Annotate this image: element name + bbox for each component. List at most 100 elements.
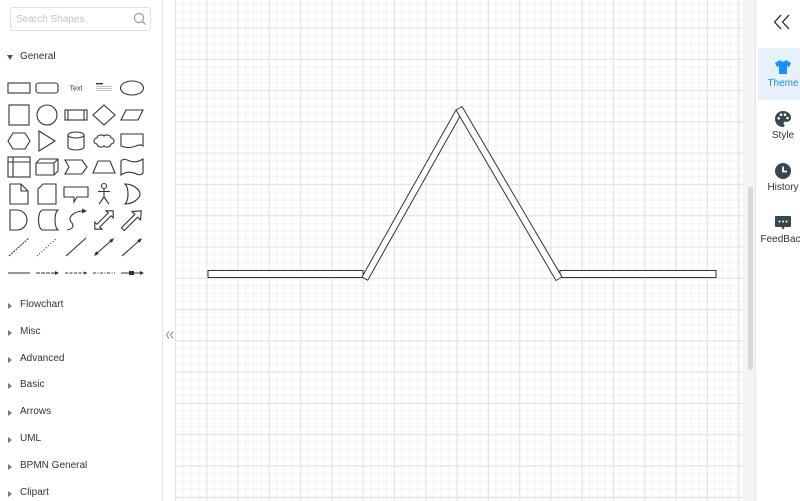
shape-item-square[interactable] <box>5 101 33 127</box>
scrollbar-thumb[interactable] <box>748 187 753 370</box>
square-shape-icon <box>8 104 30 126</box>
panel-tab-feedback[interactable]: FeedBack <box>758 204 800 256</box>
shape-item-diamond[interactable] <box>90 101 118 127</box>
shape-item-process[interactable] <box>62 101 90 127</box>
shape-item-directional-connector[interactable] <box>118 233 146 259</box>
circle-shape-icon <box>36 104 58 126</box>
shape-item-document[interactable] <box>118 128 146 154</box>
shape-item-bidirectional-connector[interactable] <box>90 233 118 259</box>
diagram-drawing <box>207 105 717 282</box>
category-label: BPMN General <box>20 459 88 471</box>
line-shape-left-horizontal[interactable] <box>207 270 364 278</box>
shape-item-hexagon[interactable] <box>5 128 33 154</box>
category-bpmn-general[interactable]: BPMN General <box>0 453 162 480</box>
search-box[interactable] <box>10 7 151 31</box>
shape-item-rounded-rectangle[interactable] <box>33 75 61 101</box>
thick-line-shape-icon <box>8 272 31 274</box>
bidirectional-connector-shape-icon <box>94 237 115 256</box>
shape-item-note[interactable] <box>5 181 33 207</box>
section-title: General <box>20 51 56 62</box>
category-list: Flowchart Misc Advanced Basic Arrows UML… <box>0 292 162 501</box>
palette-icon <box>775 111 791 127</box>
dashed-arrow-shape-icon <box>64 271 88 275</box>
shape-item-triangle[interactable] <box>33 128 61 154</box>
collapse-sidebar-button[interactable] <box>165 327 174 339</box>
shape-item-actor[interactable] <box>90 181 118 207</box>
tape-shape-icon <box>120 158 144 177</box>
shape-item-internal-storage[interactable] <box>5 154 33 180</box>
card-shape-icon <box>37 183 57 205</box>
rounded-rectangle-shape-icon <box>35 82 59 94</box>
shape-sidebar: General Text Flowchart Misc Advanced Bas… <box>0 0 163 501</box>
category-flowchart[interactable]: Flowchart <box>0 292 162 319</box>
shape-item-callout[interactable] <box>62 181 90 207</box>
shape-item-trapezoid[interactable] <box>90 154 118 180</box>
line-shape-right-diagonal[interactable] <box>455 105 563 282</box>
shape-item-heading-textbox[interactable] <box>90 75 118 101</box>
clock-icon <box>775 163 791 179</box>
feedback-icon <box>775 216 791 230</box>
shape-item-dashed-arrow[interactable] <box>62 260 90 286</box>
line-shape-icon <box>65 237 87 256</box>
shape-item-stored-data[interactable] <box>33 207 61 233</box>
shape-item-ellipse[interactable] <box>118 75 146 101</box>
search-icon[interactable] <box>133 12 147 26</box>
triangle-shape-icon <box>38 129 57 152</box>
process-shape-icon <box>64 109 88 121</box>
sidebar-splitter[interactable] <box>163 0 176 501</box>
line-shape-left-diagonal[interactable] <box>361 109 463 281</box>
shape-item-delay[interactable] <box>5 207 33 233</box>
double-chevron-left-icon <box>773 14 790 30</box>
shape-item-tape[interactable] <box>118 154 146 180</box>
delay-shape-icon <box>9 209 28 231</box>
shape-item-dash-dot-link[interactable] <box>90 260 118 286</box>
collapse-right-panel-button[interactable] <box>773 14 791 30</box>
shape-item-parallelogram[interactable] <box>118 101 146 127</box>
panel-tab-history[interactable]: History <box>758 152 800 204</box>
category-clipart[interactable]: Clipart <box>0 480 162 501</box>
diamond-shape-icon <box>92 103 116 126</box>
category-basic[interactable]: Basic <box>0 372 162 399</box>
category-misc[interactable]: Misc <box>0 319 162 346</box>
double-chevron-left-icon <box>165 331 174 339</box>
shape-item-cloud[interactable] <box>90 128 118 154</box>
shape-item-bidirectional-arrow[interactable] <box>90 207 118 233</box>
shape-item-link-arrow[interactable] <box>33 260 61 286</box>
shape-item-dashed-line[interactable] <box>5 233 33 259</box>
shape-item-card[interactable] <box>33 181 61 207</box>
section-header-general[interactable]: General <box>0 48 162 66</box>
canvas-vertical-scrollbar[interactable] <box>743 0 755 501</box>
search-input[interactable] <box>11 8 134 30</box>
category-label: UML <box>20 432 42 444</box>
shape-item-single-arrow[interactable] <box>118 207 146 233</box>
directional-connector-shape-icon <box>121 237 143 256</box>
shape-item-line[interactable] <box>62 233 90 259</box>
panel-tab-theme[interactable]: Theme <box>758 48 800 100</box>
diagram-canvas[interactable] <box>176 0 743 501</box>
shape-item-text[interactable]: Text <box>62 75 90 101</box>
shape-item-circle[interactable] <box>33 101 61 127</box>
panel-tab-style[interactable]: Style <box>758 100 800 152</box>
shape-item-rectangle[interactable] <box>5 75 33 101</box>
category-label: Arrows <box>20 406 52 418</box>
shape-item-dotted-line[interactable] <box>33 233 61 259</box>
panel-tab-label: Style <box>771 130 795 141</box>
or-shape-icon <box>124 183 141 205</box>
shape-item-cube[interactable] <box>33 154 61 180</box>
line-shape-right-horizontal[interactable] <box>559 270 717 278</box>
document-shape-icon <box>120 133 144 149</box>
bidirectional-arrow-shape-icon <box>94 210 114 230</box>
shape-item-thick-line[interactable] <box>5 260 33 286</box>
heading-textbox-shape-icon <box>96 83 113 92</box>
shape-item-box-arrow[interactable] <box>118 260 146 286</box>
parallelogram-shape-icon <box>120 109 145 121</box>
shape-item-curved-arrow[interactable] <box>62 207 90 233</box>
note-shape-icon <box>9 183 29 205</box>
category-advanced[interactable]: Advanced <box>0 346 162 373</box>
shape-item-cylinder[interactable] <box>62 128 90 154</box>
shape-text-label: Text <box>69 86 82 93</box>
category-arrows[interactable]: Arrows <box>0 399 162 426</box>
shape-item-or[interactable] <box>118 181 146 207</box>
category-uml[interactable]: UML <box>0 426 162 453</box>
shape-item-step[interactable] <box>62 154 90 180</box>
